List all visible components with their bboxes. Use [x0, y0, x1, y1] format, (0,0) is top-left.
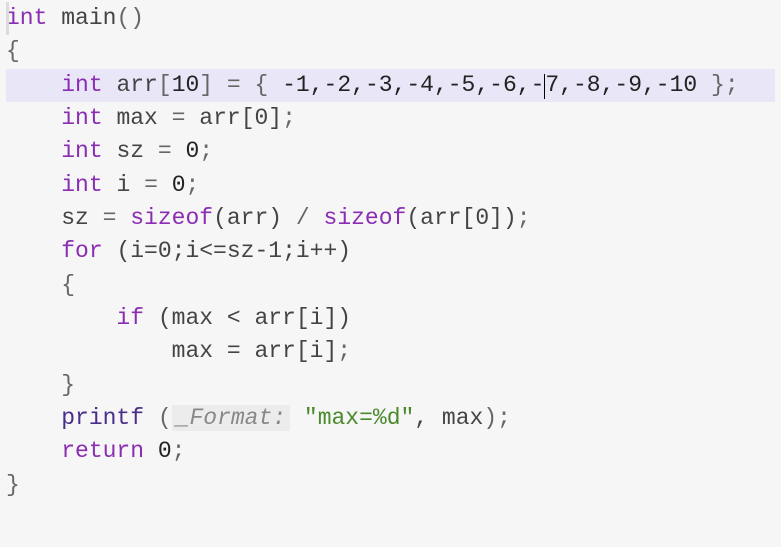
if-condition: (max < arr[i])	[144, 305, 351, 331]
brace-close: }	[6, 472, 20, 498]
parens: ()	[116, 5, 144, 31]
semicolon: ;	[199, 138, 213, 164]
code-line: int i = 0;	[6, 169, 775, 202]
code-line: int max = arr[0];	[6, 102, 775, 135]
number: 0	[172, 172, 186, 198]
identifier-arr: arr	[116, 72, 157, 98]
keyword-int: int	[61, 138, 102, 164]
gutter-mark	[6, 2, 9, 35]
keyword-int: int	[61, 172, 102, 198]
keyword-sizeof: sizeof	[324, 205, 407, 231]
semicolon: ;	[172, 438, 186, 464]
code-editor[interactable]: int main() { int arr[10] = { -1,-2,-3,-4…	[0, 0, 781, 504]
brace-close: }	[61, 372, 75, 398]
identifier-max: max	[442, 405, 483, 431]
number: 0	[158, 438, 172, 464]
code-line: int main()	[6, 2, 775, 35]
brace-open: {	[6, 38, 20, 64]
array-values-a: -1,-2,-3,-4,-5,-6,-	[282, 72, 544, 98]
equals: =	[158, 105, 199, 131]
code-line: }	[6, 469, 775, 502]
code-line: printf (_Format: "max=%d", max);	[6, 402, 775, 435]
identifier-sz: sz	[116, 138, 144, 164]
divide: /	[282, 205, 323, 231]
keyword-int: int	[6, 5, 47, 31]
comma: ,	[414, 405, 442, 431]
equals: =	[130, 172, 171, 198]
expr-sizeof-arr0: (arr[0])	[406, 205, 516, 231]
semicolon: ;	[725, 72, 739, 98]
code-line: return 0;	[6, 435, 775, 468]
keyword-if: if	[116, 305, 144, 331]
text-cursor-icon	[544, 74, 545, 99]
expr-arr0: arr[0]	[199, 105, 282, 131]
code-line: int sz = 0;	[6, 135, 775, 168]
bracket: [	[158, 72, 172, 98]
identifier-main: main	[61, 5, 116, 31]
keyword-sizeof: sizeof	[130, 205, 213, 231]
string-literal: "max=%d"	[304, 405, 414, 431]
keyword-for: for	[61, 238, 102, 264]
paren-close: )	[483, 405, 497, 431]
semicolon: ;	[497, 405, 511, 431]
keyword-return: return	[61, 438, 144, 464]
assign-max: max = arr[i]	[172, 338, 338, 364]
code-line: max = arr[i];	[6, 335, 775, 368]
keyword-int: int	[61, 72, 102, 98]
semicolon: ;	[186, 172, 200, 198]
code-line: {	[6, 269, 775, 302]
for-head: (i=0;i<=sz-1;i++)	[103, 238, 351, 264]
array-values-b: 7,-8,-9,-10	[545, 72, 697, 98]
semicolon: ;	[282, 105, 296, 131]
code-line: {	[6, 35, 775, 68]
identifier-i: i	[116, 172, 130, 198]
init-close: }	[697, 72, 725, 98]
code-line-active: int arr[10] = { -1,-2,-3,-4,-5,-6,-7,-8,…	[6, 69, 775, 102]
param-hint-format: _Format:	[172, 405, 290, 431]
paren-open: (	[144, 405, 172, 431]
number: 10	[172, 72, 200, 98]
identifier-max: max	[116, 105, 157, 131]
equals: =	[89, 205, 130, 231]
equals: =	[144, 138, 185, 164]
semicolon: ;	[517, 205, 531, 231]
keyword-int: int	[61, 105, 102, 131]
number: 0	[185, 138, 199, 164]
code-line: if (max < arr[i])	[6, 302, 775, 335]
code-line: }	[6, 369, 775, 402]
code-line: for (i=0;i<=sz-1;i++)	[6, 235, 775, 268]
code-line: sz = sizeof(arr) / sizeof(arr[0]);	[6, 202, 775, 235]
brace-open: {	[61, 272, 75, 298]
init-open: = {	[213, 72, 282, 98]
semicolon: ;	[337, 338, 351, 364]
call-printf: printf	[61, 405, 144, 431]
identifier-sz: sz	[61, 205, 89, 231]
expr-sizeof-arr: (arr)	[213, 205, 282, 231]
bracket: ]	[199, 72, 213, 98]
